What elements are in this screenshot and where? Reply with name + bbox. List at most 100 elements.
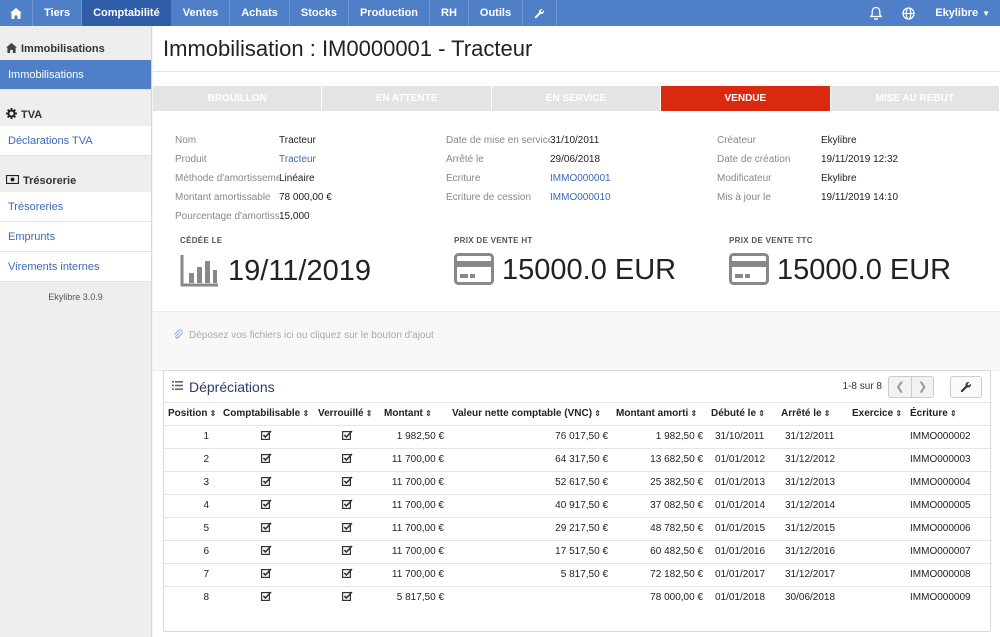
cell-ecriture[interactable]: IMMO000004 [906, 470, 992, 494]
status-step-brouillon[interactable]: Brouillon [153, 86, 323, 111]
checkbox-checked-icon [341, 568, 353, 581]
sidebar-item-emprunts[interactable]: Emprunts [0, 222, 151, 252]
file-dropzone[interactable]: Déposez vos fichiers ici ou cliquez sur … [153, 311, 1000, 371]
checkbox-checked-icon [341, 430, 353, 443]
cell-montant-amorti: 1 982,50 € [612, 424, 707, 448]
cell-ecriture[interactable]: IMMO000006 [906, 516, 992, 540]
next-page-button[interactable]: ❯ [911, 376, 933, 397]
checkbox-checked-icon [261, 476, 272, 489]
field-label: Produit [175, 154, 207, 165]
kpi-prix-de-vente-ht: Prix de vente HT 15000.0 EUR [454, 236, 676, 288]
status-step-en-attente[interactable]: En attente [322, 86, 492, 111]
menu-stocks[interactable]: Stocks [290, 0, 349, 26]
cell-verrouille [314, 585, 380, 609]
cell-arret: 31/12/2013 [777, 470, 848, 494]
language-button[interactable] [892, 0, 925, 26]
cell-ecriture[interactable]: IMMO000002 [906, 424, 992, 448]
cell-arret: 31/12/2011 [777, 424, 848, 448]
banknote-icon [5, 174, 20, 187]
cell-montant-amorti: 37 082,50 € [612, 493, 707, 517]
checkbox-checked-icon [341, 522, 353, 535]
cell-montant-amorti: 60 482,50 € [612, 539, 707, 563]
sidebar-section-title: Trésorerie [23, 175, 77, 187]
field-value-ecriture-de-cession[interactable]: IMMO000010 [550, 192, 611, 203]
tools-button[interactable] [523, 0, 558, 26]
field-label: Date de création [717, 154, 791, 165]
column-header-montant[interactable]: Montant ⇕ [380, 403, 448, 425]
cell-arret: 31/12/2016 [777, 539, 848, 563]
menu-production[interactable]: Production [349, 0, 431, 26]
column-header-montant-amorti[interactable]: Montant amorti ⇕ [612, 403, 707, 425]
sidebar-item-declarations-tva[interactable]: Déclarations TVA [0, 126, 151, 156]
table-row: 5 11 700,00 €29 217,50 €48 782,50 €01/01/… [164, 516, 992, 540]
column-header-ecriture[interactable]: Écriture ⇕ [906, 403, 992, 425]
sidebar-item-virements-internes[interactable]: Virements internes [0, 252, 151, 282]
key-figures: Cédée le 19/11/2019 Prix de vente HT 15000.… [153, 236, 1000, 306]
field-value-produit[interactable]: Tracteur [279, 154, 316, 165]
cell-vnc: 29 217,50 € [448, 516, 612, 540]
cell-ecriture[interactable]: IMMO000005 [906, 493, 992, 517]
column-header-debute-le[interactable]: Débuté le ⇕ [707, 403, 777, 425]
column-header-position[interactable]: Position ⇕ [164, 403, 219, 425]
kpi-label: Prix de vente TTC [729, 236, 813, 245]
cell-comptabilisable [219, 424, 314, 448]
field-value-date-de-creation: 19/11/2019 12:32 [821, 154, 899, 165]
menu-comptabilite[interactable]: Comptabilité [82, 0, 172, 26]
cell-arret: 31/12/2017 [777, 562, 848, 586]
credit-card-icon [729, 253, 769, 288]
field-value-pourcentage-d-amortissement: 15,000 [279, 211, 310, 222]
field-label: Montant amortissable [175, 192, 271, 203]
field-row: Créateur Ekylibre [717, 131, 898, 150]
cell-verrouille [314, 493, 380, 517]
field-row: Mis à jour le 19/11/2019 14:10 [717, 188, 898, 207]
main-menu: Tiers Comptabilité Ventes Achats Stocks Produ… [0, 0, 558, 26]
field-value-montant-amortissable: 78 000,00 € [279, 192, 332, 203]
column-header-label: Montant amorti [616, 408, 689, 420]
cell-ecriture[interactable]: IMMO000008 [906, 562, 992, 586]
column-header-exercice[interactable]: Exercice ⇕ [848, 403, 906, 425]
sidebar-item-tresoreries[interactable]: Trésoreries [0, 192, 151, 222]
field-row: Produit Tracteur [175, 150, 332, 169]
status-step-en-service[interactable]: En service [491, 86, 662, 111]
checkbox-checked-icon [261, 545, 272, 558]
cell-montant: 11 700,00 € [380, 562, 448, 586]
cell-ecriture[interactable]: IMMO000003 [906, 447, 992, 471]
table-row: 6 11 700,00 €17 517,50 €60 482,50 €01/01/… [164, 539, 992, 563]
notifications-button[interactable] [860, 0, 892, 26]
menu-tiers[interactable]: Tiers [33, 0, 83, 26]
cell-vnc: 76 017,50 € [448, 424, 612, 448]
menu-ventes[interactable]: Ventes [172, 0, 231, 26]
column-header-arrete-le[interactable]: Arrêté le ⇕ [777, 403, 848, 425]
column-header-valeur-nette-comptable-vnc[interactable]: Valeur nette comptable (VNC) ⇕ [448, 403, 612, 425]
status-step-vendue[interactable]: Vendue [661, 86, 831, 111]
previous-page-button[interactable]: ❮ [889, 376, 911, 397]
sidebar-item-immobilisations[interactable]: Immobilisations [0, 60, 151, 90]
cell-ecriture[interactable]: IMMO000009 [906, 585, 992, 609]
status-step-mise-au-rebut[interactable]: Mise au rebut [830, 86, 1000, 111]
menu-rh[interactable]: RH [430, 0, 469, 26]
field-value-modificateur: Ekylibre [821, 173, 857, 184]
menu-achats[interactable]: Achats [230, 0, 290, 26]
column-header-comptabilisable[interactable]: Comptabilisable ⇕ [219, 403, 314, 425]
user-menu[interactable]: Ekylibre ▼ [925, 0, 1000, 26]
field-row: Pourcentage d'amortissement15,000 [175, 207, 332, 226]
field-value-nom: Tracteur [279, 135, 316, 146]
cell-vnc: 52 617,50 € [448, 470, 612, 494]
cell-debut: 01/01/2016 [707, 539, 777, 563]
list-settings-button[interactable] [950, 375, 982, 398]
wrench-icon [534, 8, 545, 18]
cell-comptabilisable [219, 493, 314, 517]
cell-ecriture[interactable]: IMMO000007 [906, 539, 992, 563]
home-icon [6, 42, 17, 56]
checkbox-checked-icon [261, 430, 272, 443]
field-row: Ecriture de cession IMMO000010 [446, 188, 611, 207]
home-button[interactable] [0, 0, 33, 26]
column-header-verrouille[interactable]: Verrouillé ⇕ [314, 403, 380, 425]
field-label: Modificateur [717, 173, 772, 184]
field-value-arrete-le: 29/06/2018 [550, 154, 601, 165]
field-value-ecriture[interactable]: IMMO000001 [550, 173, 611, 184]
cell-montant: 11 700,00 € [380, 539, 448, 563]
field-row: Modificateur Ekylibre [717, 169, 898, 188]
menu-outils[interactable]: Outils [469, 0, 524, 26]
paperclip-icon [173, 329, 183, 344]
